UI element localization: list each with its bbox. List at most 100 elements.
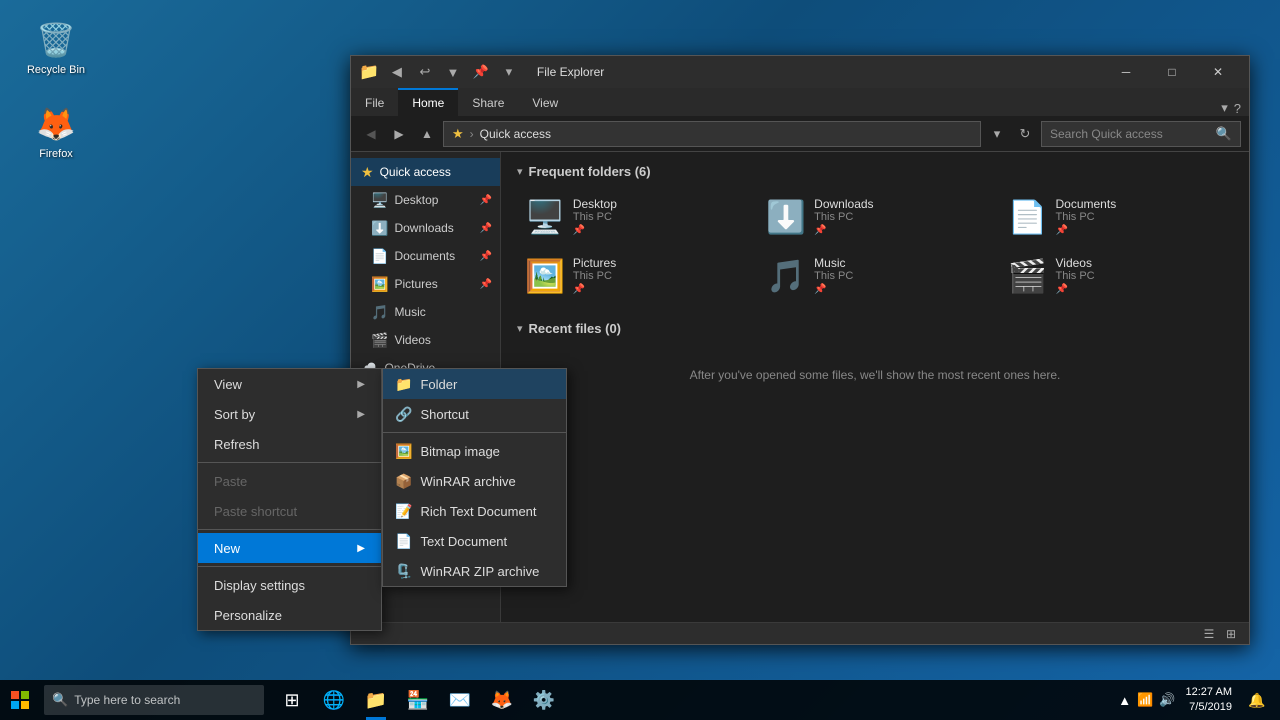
submenu-rich-text[interactable]: 📝 Rich Text Document (383, 496, 566, 526)
title-bar-controls: ─ □ ✕ (1103, 56, 1241, 88)
folder-item-documents[interactable]: 📄 Documents This PC 📌 (1000, 191, 1233, 242)
taskbar-search-input[interactable] (74, 693, 256, 707)
address-dropdown-btn[interactable]: ▾ (985, 122, 1009, 146)
win-cell-3 (11, 701, 19, 709)
notification-icon: 🔔 (1248, 692, 1265, 709)
folder-name-downloads: Downloads (814, 197, 873, 211)
search-icon[interactable]: 🔍 (1216, 126, 1232, 142)
tab-view[interactable]: View (518, 88, 572, 116)
sidebar-item-label-videos: Videos (394, 333, 430, 347)
start-button[interactable] (0, 680, 40, 720)
sidebar-item-pictures[interactable]: 🖼️ Pictures 📌 (351, 270, 500, 298)
folder-item-music[interactable]: 🎵 Music This PC 📌 (758, 250, 991, 301)
folder-sub-videos: This PC (1056, 270, 1095, 282)
submenu-shortcut-label: Shortcut (420, 407, 468, 422)
submenu-shortcut[interactable]: 🔗 Shortcut (383, 399, 566, 429)
context-menu-refresh[interactable]: Refresh (198, 429, 381, 459)
folder-icon-desktop: 🖥️ (525, 198, 565, 236)
sidebar-item-downloads[interactable]: ⬇️ Downloads 📌 (351, 214, 500, 242)
context-menu-view[interactable]: View ▶ (198, 369, 381, 399)
taskbar-explorer[interactable]: 📁 (356, 680, 396, 720)
clock-time: 12:27 AM (1186, 685, 1232, 700)
context-display-label: Display settings (214, 578, 305, 593)
sidebar-item-music[interactable]: 🎵 Music (351, 298, 500, 326)
tab-share[interactable]: Share (458, 88, 518, 116)
nav-forward-btn[interactable]: ▶ (387, 122, 411, 146)
quick-save-btn[interactable]: ◀ (385, 60, 409, 84)
new-submenu: 📁 Folder 🔗 Shortcut 🖼️ Bitmap image 📦 Wi… (382, 368, 567, 587)
recent-files-title: Recent files (0) (529, 321, 621, 336)
refresh-btn[interactable]: ↻ (1013, 122, 1037, 146)
close-button[interactable]: ✕ (1195, 56, 1241, 88)
folder-sub-desktop: This PC (573, 211, 617, 223)
ribbon: File Home Share View ▾ ? (351, 88, 1249, 116)
maximize-button[interactable]: □ (1149, 56, 1195, 88)
address-path[interactable]: ★ › Quick access (443, 121, 981, 147)
frequent-folders-header[interactable]: ▾ Frequent folders (6) (517, 164, 1233, 179)
folder-name-desktop: Desktop (573, 197, 617, 211)
desktop-icon-firefox[interactable]: 🦊 Firefox (16, 100, 96, 164)
taskbar-clock[interactable]: 12:27 AM 7/5/2019 (1180, 683, 1238, 718)
firefox-label: Firefox (39, 148, 73, 160)
folder-pin-desktop: 📌 (573, 225, 617, 236)
notification-btn[interactable]: 🔔 (1242, 680, 1272, 720)
context-menu-personalize[interactable]: Personalize (198, 600, 381, 630)
nav-back-btn[interactable]: ◀ (359, 122, 383, 146)
path-star: ★ (452, 126, 464, 142)
ribbon-help[interactable]: ? (1234, 101, 1241, 116)
view-list-btn[interactable]: ☰ (1199, 624, 1219, 644)
volume-icon[interactable]: 🔊 (1159, 692, 1175, 708)
taskbar-mail[interactable]: ✉️ (440, 680, 480, 720)
sort-arrow: ▶ (357, 409, 365, 420)
settings-icon: ⚙️ (533, 690, 555, 711)
quick-undo-btn[interactable]: ↩ (413, 60, 437, 84)
folder-item-downloads[interactable]: ⬇️ Downloads This PC 📌 (758, 191, 991, 242)
folder-pin-documents: 📌 (1056, 225, 1117, 236)
quick-pin-btn[interactable]: 📌 (469, 60, 493, 84)
ribbon-chevron-down[interactable]: ▾ (1221, 100, 1228, 116)
taskbar-search[interactable]: 🔍 (44, 685, 264, 715)
context-menu-new[interactable]: New ▶ (198, 533, 381, 563)
sidebar-item-videos[interactable]: 🎬 Videos (351, 326, 500, 354)
chevron-up-icon[interactable]: ▲ (1118, 693, 1131, 708)
quick-down-btn[interactable]: ▼ (441, 60, 465, 84)
submenu-text-doc[interactable]: 📄 Text Document (383, 526, 566, 556)
desktop-icon-recycle-bin[interactable]: 🗑️ Recycle Bin (16, 16, 96, 80)
view-grid-btn[interactable]: ⊞ (1221, 624, 1241, 644)
sidebar-item-documents[interactable]: 📄 Documents 📌 (351, 242, 500, 270)
tab-home[interactable]: Home (398, 88, 458, 116)
folder-info-documents: Documents This PC 📌 (1056, 197, 1117, 236)
taskbar-settings[interactable]: ⚙️ (524, 680, 564, 720)
rich-text-submenu-icon: 📝 (395, 503, 412, 520)
search-input[interactable] (1050, 127, 1216, 141)
network-status-icon[interactable]: 📶 (1137, 692, 1153, 708)
sidebar-item-quick-access[interactable]: ★ Quick access (351, 158, 500, 186)
taskbar-firefox[interactable]: 🦊 (482, 680, 522, 720)
taskbar-edge[interactable]: 🌐 (314, 680, 354, 720)
folders-grid: 🖥️ Desktop This PC 📌 ⬇️ Downloads This P… (517, 191, 1233, 301)
folder-item-desktop[interactable]: 🖥️ Desktop This PC 📌 (517, 191, 750, 242)
folder-info-music: Music This PC 📌 (814, 256, 853, 295)
context-menu-sort-by[interactable]: Sort by ▶ (198, 399, 381, 429)
folder-item-pictures[interactable]: 🖼️ Pictures This PC 📌 (517, 250, 750, 301)
taskbar-task-view[interactable]: ⊞ (272, 680, 312, 720)
tab-file[interactable]: File (351, 88, 398, 116)
documents-nav-icon: 📄 (371, 248, 388, 265)
submenu-bitmap[interactable]: 🖼️ Bitmap image (383, 436, 566, 466)
taskbar-store[interactable]: 🏪 (398, 680, 438, 720)
windows-logo-icon (11, 691, 29, 709)
minimize-button[interactable]: ─ (1103, 56, 1149, 88)
context-menu-display-settings[interactable]: Display settings (198, 570, 381, 600)
nav-up-btn[interactable]: ▲ (415, 122, 439, 146)
folder-item-videos[interactable]: 🎬 Videos This PC 📌 (1000, 250, 1233, 301)
folder-sub-music: This PC (814, 270, 853, 282)
submenu-winrar-zip[interactable]: 🗜️ WinRAR ZIP archive (383, 556, 566, 586)
recent-files-header[interactable]: ▾ Recent files (0) (517, 321, 1233, 336)
quick-more-btn[interactable]: ▾ (497, 60, 521, 84)
submenu-winrar[interactable]: 📦 WinRAR archive (383, 466, 566, 496)
sidebar-item-desktop[interactable]: 🖥️ Desktop 📌 (351, 186, 500, 214)
submenu-folder[interactable]: 📁 Folder (383, 369, 566, 399)
title-bar-quick-access: ◀ ↩ ▼ 📌 ▾ (385, 60, 521, 84)
folder-info-videos: Videos This PC 📌 (1056, 256, 1095, 295)
address-bar: ◀ ▶ ▲ ★ › Quick access ▾ ↻ 🔍 (351, 116, 1249, 152)
